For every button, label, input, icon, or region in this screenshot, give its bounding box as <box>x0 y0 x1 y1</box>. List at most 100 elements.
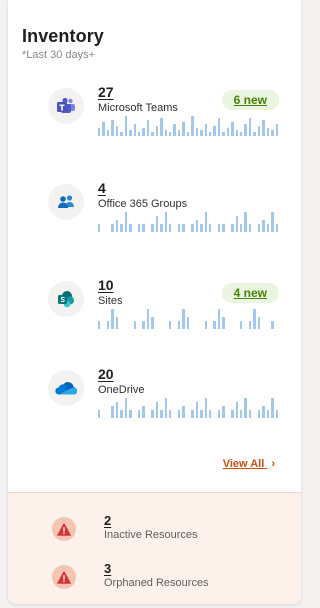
inventory-item-groups: 4 Office 365 Groups <box>8 180 301 254</box>
trend-bar <box>164 398 167 418</box>
teams-new-badge[interactable]: 6 new <box>221 90 279 110</box>
trend-bar <box>240 224 243 232</box>
trend-bar <box>111 309 114 329</box>
card-title: Inventory <box>22 26 104 46</box>
trend-bar <box>124 398 128 418</box>
alert-inactive-resources: 2 Inactive Resources <box>8 513 301 557</box>
trend-bar <box>235 402 238 418</box>
trend-bar <box>248 118 252 136</box>
trend-bar <box>266 128 270 136</box>
inventory-card: Inventory *Last 30 days+ 27 Microsoft Te… <box>8 0 301 604</box>
trend-bar <box>275 410 278 418</box>
inventory-header: Inventory *Last 30 days+ <box>22 26 104 61</box>
trend-bar <box>208 132 212 136</box>
trend-bar <box>177 321 181 329</box>
trend-bar <box>275 224 278 232</box>
sites-new-badge[interactable]: 4 new <box>221 283 279 303</box>
trend-bar <box>186 317 190 329</box>
trend-bar <box>204 124 207 136</box>
trend-bar <box>253 132 256 136</box>
trend-bar <box>98 410 101 418</box>
trend-bar <box>124 116 128 136</box>
trend-bar <box>120 132 123 136</box>
teams-count[interactable]: 27 <box>98 84 114 100</box>
trend-bar <box>111 224 114 232</box>
trend-bar <box>208 224 212 232</box>
trend-bar <box>213 126 216 136</box>
trend-bar <box>115 402 119 418</box>
trend-bar <box>217 224 221 232</box>
sites-count[interactable]: 10 <box>98 277 114 293</box>
trend-bar <box>129 130 132 136</box>
orphaned-label: Orphaned Resources <box>104 577 209 589</box>
trend-bar <box>248 410 252 418</box>
trend-bar <box>217 309 221 329</box>
trend-bar <box>195 402 199 418</box>
trend-bar <box>142 406 145 418</box>
trend-bar <box>235 216 238 232</box>
teams-label: Microsoft Teams <box>98 102 178 114</box>
trend-bar <box>213 321 216 329</box>
groups-label: Office 365 Groups <box>98 198 188 210</box>
trend-bar <box>226 128 230 136</box>
trend-bar <box>271 130 274 136</box>
trend-bar <box>244 398 247 418</box>
sites-trend-sparkline <box>98 307 278 329</box>
trend-bar <box>151 224 154 232</box>
orphaned-count[interactable]: 3 <box>104 561 111 576</box>
trend-bar <box>164 212 167 232</box>
trend-bar <box>111 406 114 418</box>
trend-bar <box>253 309 256 329</box>
trend-bar <box>102 122 105 136</box>
trend-bar <box>200 130 203 136</box>
sharepoint-icon <box>48 281 84 317</box>
trend-bar <box>155 216 159 232</box>
trend-bar <box>133 321 136 329</box>
trend-bar <box>240 132 243 136</box>
trend-bar <box>160 224 163 232</box>
warning-icon <box>52 565 76 589</box>
trend-bar <box>98 224 101 232</box>
trend-bar <box>262 120 265 136</box>
onedrive-trend-sparkline <box>98 396 278 418</box>
trend-bar <box>98 128 101 136</box>
card-subtitle: *Last 30 days+ <box>22 49 96 61</box>
trend-bar <box>182 224 185 232</box>
trend-bar <box>248 321 252 329</box>
trend-bar <box>169 321 172 329</box>
inactive-count[interactable]: 2 <box>104 513 111 528</box>
trend-bar <box>142 128 145 136</box>
trend-bar <box>191 224 194 232</box>
trend-bar <box>231 122 234 136</box>
onedrive-count[interactable]: 20 <box>98 366 114 382</box>
trend-bar <box>275 124 278 136</box>
groups-count[interactable]: 4 <box>98 180 106 196</box>
trend-bar <box>240 410 243 418</box>
trend-bar <box>120 410 123 418</box>
trend-bar <box>137 224 141 232</box>
trend-bar <box>169 132 172 136</box>
trend-bar <box>182 406 185 418</box>
inventory-item-teams: 27 Microsoft Teams 6 new <box>8 84 301 158</box>
trend-bar <box>169 410 172 418</box>
warning-icon <box>52 517 76 541</box>
trend-bar <box>124 212 128 232</box>
trend-bar <box>177 224 181 232</box>
alert-orphaned-resources: 3 Orphaned Resources <box>8 561 301 604</box>
view-all-link[interactable]: View All › <box>223 458 275 470</box>
trend-bar <box>222 224 225 232</box>
trend-bar <box>160 118 163 136</box>
trend-bar <box>115 317 119 329</box>
trend-bar <box>217 410 221 418</box>
trend-bar <box>133 124 136 136</box>
inventory-item-onedrive: 20 OneDrive <box>8 366 301 440</box>
alerts-section: 2 Inactive Resources 3 Orphaned Resource… <box>8 492 301 604</box>
groups-trend-sparkline <box>98 210 278 232</box>
trend-bar <box>169 224 172 232</box>
trend-bar <box>98 321 101 329</box>
trend-bar <box>137 132 141 136</box>
trend-bar <box>204 398 207 418</box>
trend-bar <box>129 410 132 418</box>
trend-bar <box>106 321 110 329</box>
trend-bar <box>129 224 132 232</box>
